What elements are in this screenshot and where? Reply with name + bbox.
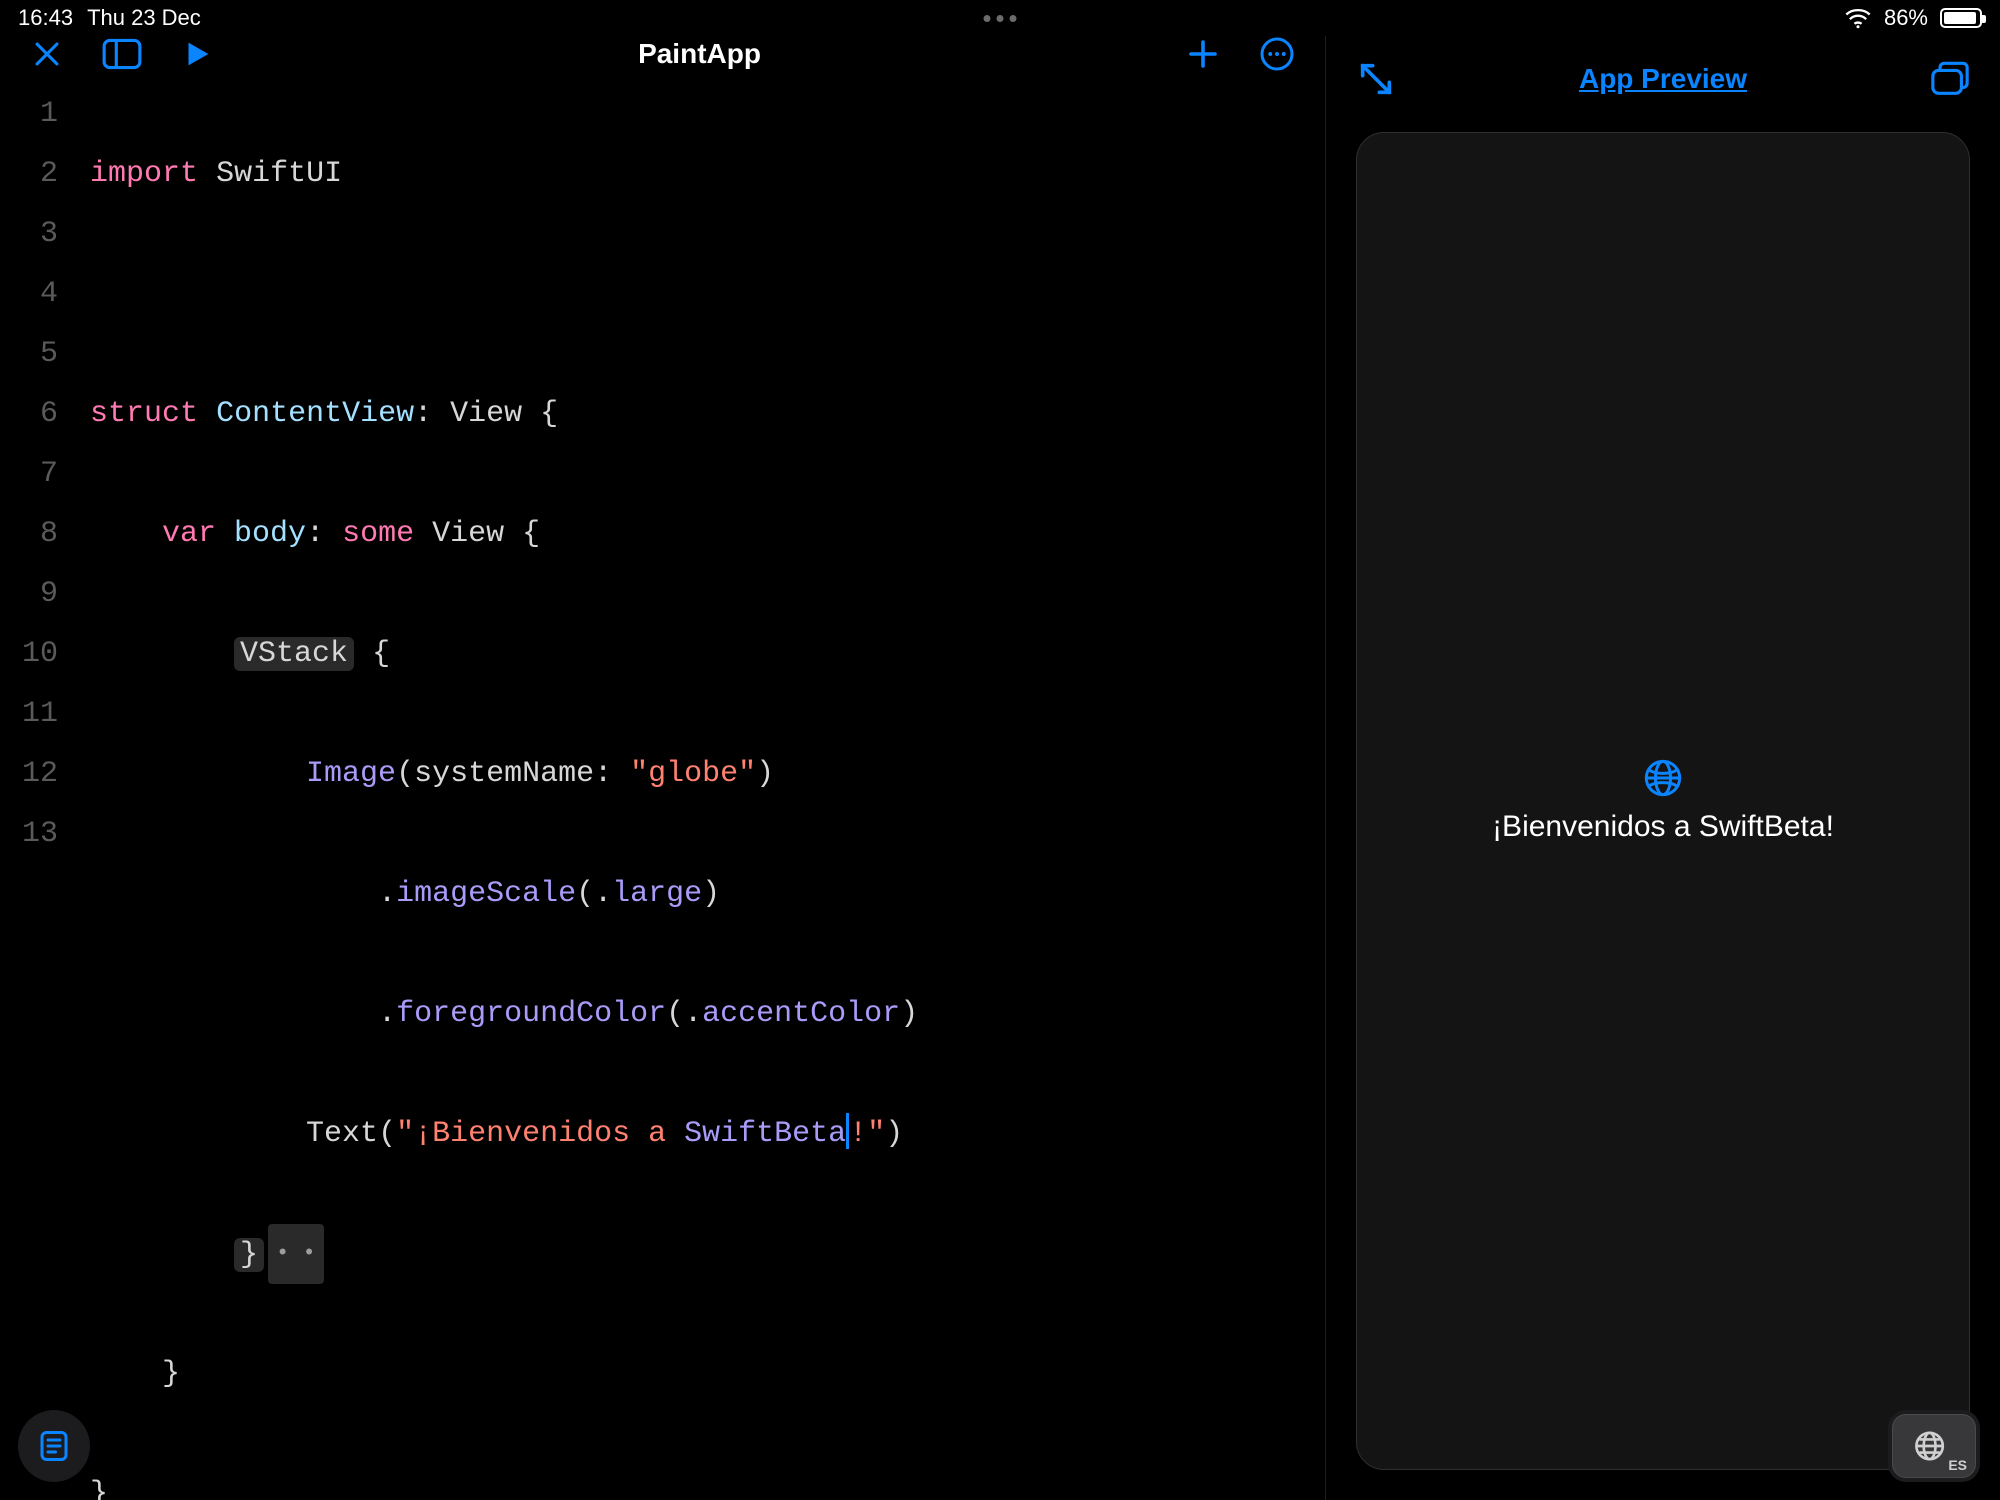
expand-icon[interactable] bbox=[1356, 59, 1396, 99]
status-time: 16:43 bbox=[18, 5, 73, 31]
code-editor[interactable]: 1 2 3 4 5 6 7 8 9 10 11 12 13 import Swi… bbox=[0, 72, 1325, 1500]
more-icon[interactable] bbox=[1259, 36, 1295, 72]
battery-icon bbox=[1940, 8, 1982, 28]
code-content[interactable]: import SwiftUI struct ContentView: View … bbox=[72, 84, 1325, 1500]
project-title: PaintApp bbox=[638, 38, 761, 70]
editor-pane: PaintApp 1 2 3 4 bbox=[0, 36, 1325, 1500]
documentation-button[interactable] bbox=[18, 1410, 90, 1482]
preview-text: ¡Bienvenidos a SwiftBeta! bbox=[1492, 810, 1834, 844]
status-date: Thu 23 Dec bbox=[87, 5, 201, 31]
close-icon[interactable] bbox=[30, 37, 64, 71]
preview-title[interactable]: App Preview bbox=[1416, 63, 1910, 95]
windows-icon[interactable] bbox=[1930, 61, 1970, 97]
wifi-icon bbox=[1844, 7, 1872, 29]
keyboard-language-label: ES bbox=[1948, 1457, 1967, 1473]
status-bar: 16:43 Thu 23 Dec 86% bbox=[0, 0, 2000, 36]
run-icon[interactable] bbox=[180, 37, 214, 71]
preview-pane: App Preview ¡Bienvenidos a SwiftBeta! bbox=[1325, 36, 2000, 1500]
line-gutter: 1 2 3 4 5 6 7 8 9 10 11 12 13 bbox=[0, 84, 72, 1500]
multitask-handle[interactable] bbox=[984, 15, 1017, 22]
editor-toolbar: PaintApp bbox=[0, 36, 1325, 72]
fold-indicator-icon[interactable]: • • bbox=[268, 1224, 324, 1284]
keyboard-language-button[interactable]: ES bbox=[1892, 1414, 1976, 1478]
battery-percent: 86% bbox=[1884, 5, 1928, 31]
add-icon[interactable] bbox=[1185, 36, 1221, 72]
preview-canvas: ¡Bienvenidos a SwiftBeta! bbox=[1356, 132, 1970, 1470]
globe-icon bbox=[1643, 758, 1683, 798]
preview-toolbar: App Preview bbox=[1326, 36, 2000, 122]
sidebar-toggle-icon[interactable] bbox=[102, 37, 142, 71]
